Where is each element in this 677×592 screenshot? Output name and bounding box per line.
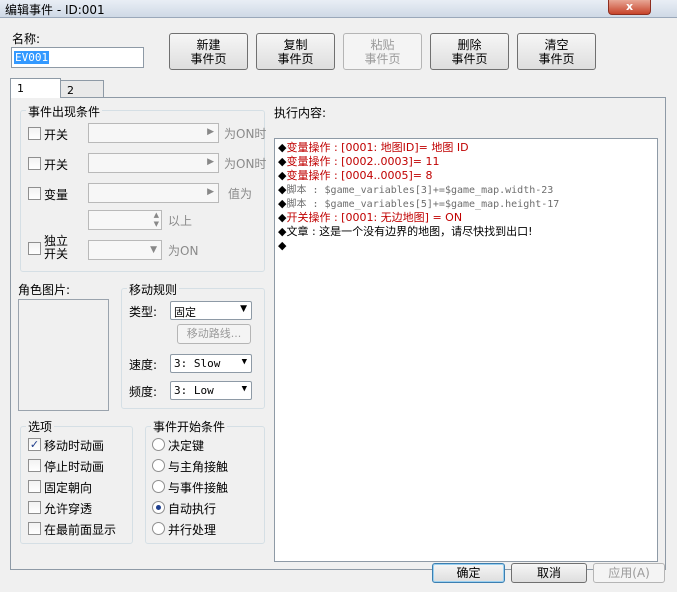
- option-checkbox[interactable]: ✓: [28, 438, 41, 451]
- switch1-label: 开关: [44, 128, 69, 142]
- trigger-label: 决定键: [168, 439, 205, 453]
- conditions-title: 事件出现条件: [26, 103, 103, 120]
- event-commands-list[interactable]: ◆变量操作 : [0001: 地图ID]= 地图 ID ◆变量操作 : [0002…: [274, 138, 658, 562]
- arrow-right-icon: ▶: [207, 127, 214, 137]
- graphic-preview[interactable]: [18, 299, 109, 411]
- trigger-radio[interactable]: [152, 522, 165, 535]
- speed-label: 速度:: [129, 358, 158, 372]
- command-line[interactable]: ◆开关操作 : [0001: 无边地图] = ON: [278, 211, 462, 225]
- new-page-button[interactable]: 新建 事件页: [169, 33, 248, 70]
- copy-page-button[interactable]: 复制 事件页: [256, 33, 335, 70]
- self-switch-suffix: 为ON: [168, 244, 199, 258]
- window-title: 编辑事件 - ID:001: [5, 3, 105, 17]
- self-switch-label: 独立 开关: [44, 234, 69, 261]
- clear-page-button[interactable]: 清空 事件页: [517, 33, 596, 70]
- arrow-right-icon: ▶: [207, 157, 214, 167]
- chevron-down-icon: ▼: [240, 304, 247, 314]
- switch1-suffix: 为ON时: [224, 127, 267, 141]
- arrow-right-icon: ▶: [207, 187, 214, 197]
- variable-label: 变量: [44, 188, 69, 202]
- option-label: 在最前面显示: [44, 523, 117, 537]
- command-text: 文章 : 这是一个没有边界的地图，请尽快找到出口!: [286, 225, 533, 238]
- trigger-title: 事件开始条件: [151, 418, 228, 435]
- frequency-select[interactable]: 3: Low ▼: [170, 381, 252, 400]
- trigger-label: 自动执行: [168, 502, 217, 516]
- option-checkbox[interactable]: [28, 522, 41, 535]
- variable-suffix: 值为: [228, 187, 253, 201]
- tab-page-2[interactable]: 2: [60, 80, 104, 98]
- command-text: 脚本 : $game_variables[5]+=$game_map.heigh…: [286, 199, 560, 210]
- dialog-body: 名称: EV001 新建 事件页 复制 事件页 粘贴 事件页 删除 事件页 清空 事件页 …: [0, 18, 677, 592]
- option-label: 允许穿透: [44, 502, 93, 516]
- ok-button[interactable]: 确定: [432, 563, 505, 583]
- paste-page-button[interactable]: 粘贴 事件页: [343, 33, 422, 70]
- command-line[interactable]: ◆变量操作 : [0004..0005]= 8: [278, 169, 432, 183]
- switch2-checkbox[interactable]: [28, 157, 41, 170]
- command-bullet: ◆: [278, 239, 287, 252]
- frequency-label: 频度:: [129, 385, 158, 399]
- switch2-label: 开关: [44, 158, 69, 172]
- trigger-label: 并行处理: [168, 523, 217, 537]
- close-button[interactable]: x: [608, 0, 651, 15]
- command-line[interactable]: ◆文章 : 这是一个没有边界的地图，请尽快找到出口!: [278, 225, 533, 239]
- command-text: 脚本 : $game_variables[3]+=$game_map.width…: [286, 185, 554, 196]
- option-checkbox[interactable]: [28, 480, 41, 493]
- options-title: 选项: [26, 418, 55, 435]
- trigger-radio[interactable]: [152, 459, 165, 472]
- apply-button[interactable]: 应用(A): [593, 563, 665, 583]
- switch1-select[interactable]: ▶: [88, 123, 219, 143]
- command-text: 变量操作 : [0004..0005]= 8: [286, 169, 433, 182]
- type-label: 类型:: [129, 305, 158, 319]
- trigger-label: 与主角接触: [168, 460, 229, 474]
- variable-select[interactable]: ▶: [88, 183, 219, 203]
- title-bar: 编辑事件 - ID:001 x: [0, 0, 677, 18]
- command-text: 变量操作 : [0002..0003]= 11: [286, 155, 440, 168]
- contents-title: 执行内容:: [274, 106, 327, 120]
- option-label: 固定朝向: [44, 481, 93, 495]
- name-label: 名称:: [12, 32, 41, 46]
- name-input-value: EV001: [14, 51, 50, 64]
- variable-checkbox[interactable]: [28, 187, 41, 200]
- command-line[interactable]: ◆脚本 : $game_variables[5]+=$game_map.heig…: [278, 197, 559, 212]
- command-text: 开关操作 : [0001: 无边地图] = ON: [286, 211, 463, 224]
- command-line[interactable]: ◆脚本 : $game_variables[3]+=$game_map.widt…: [278, 183, 553, 198]
- graphic-title: 角色图片:: [18, 283, 71, 297]
- command-line[interactable]: ◆: [278, 239, 286, 253]
- command-line[interactable]: ◆变量操作 : [0001: 地图ID]= 地图 ID: [278, 141, 469, 155]
- trigger-radio[interactable]: [152, 501, 165, 514]
- command-line[interactable]: ◆变量操作 : [0002..0003]= 11: [278, 155, 439, 169]
- close-icon: x: [625, 0, 634, 13]
- type-select[interactable]: 固定 ▼: [170, 301, 252, 320]
- option-label: 停止时动画: [44, 460, 105, 474]
- trigger-radio[interactable]: [152, 438, 165, 451]
- option-label: 移动时动画: [44, 439, 105, 453]
- chevron-down-icon: ▼: [241, 384, 247, 394]
- chevron-down-icon: ▼: [241, 357, 247, 367]
- name-input[interactable]: EV001: [11, 47, 144, 68]
- switch2-suffix: 为ON时: [224, 157, 267, 171]
- switch1-checkbox[interactable]: [28, 127, 41, 140]
- variable-value-spinner[interactable]: ▲ ▼: [88, 210, 162, 230]
- movement-title: 移动规则: [127, 281, 180, 298]
- tab-page-1[interactable]: 1: [10, 78, 61, 98]
- self-switch-select[interactable]: ▼: [88, 240, 162, 260]
- speed-select[interactable]: 3: Slow ▼: [170, 354, 252, 373]
- switch2-select[interactable]: ▶: [88, 153, 219, 173]
- trigger-label: 与事件接触: [168, 481, 229, 495]
- delete-page-button[interactable]: 删除 事件页: [430, 33, 509, 70]
- option-checkbox[interactable]: [28, 459, 41, 472]
- self-switch-checkbox[interactable]: [28, 242, 41, 255]
- chevron-down-icon: ▼: [150, 245, 157, 255]
- trigger-radio[interactable]: [152, 480, 165, 493]
- cancel-button[interactable]: 取消: [511, 563, 587, 583]
- spinner-icon: ▲ ▼: [153, 211, 159, 228]
- option-checkbox[interactable]: [28, 501, 41, 514]
- variable-above-label: 以上: [168, 214, 193, 228]
- command-text: 变量操作 : [0001: 地图ID]= 地图 ID: [286, 141, 469, 154]
- move-route-button[interactable]: 移动路线...: [177, 324, 251, 344]
